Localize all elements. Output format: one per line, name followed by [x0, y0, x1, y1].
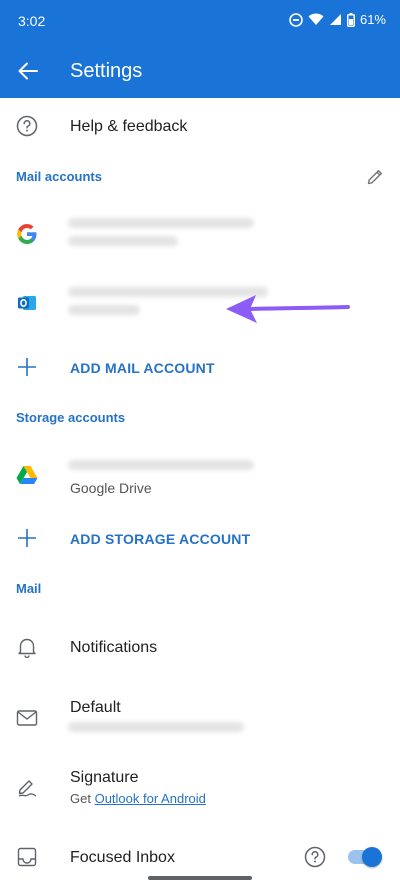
storage-accounts-section-title: Storage accounts: [16, 410, 126, 425]
pencil-icon: [367, 170, 382, 185]
battery-icon: [346, 12, 355, 27]
signature-pen-icon: [16, 776, 38, 798]
plus-icon: [16, 356, 38, 378]
focused-inbox-help-button[interactable]: [304, 846, 328, 870]
google-account-email-blurred: [68, 218, 254, 228]
focused-inbox-toggle[interactable]: [348, 847, 382, 867]
outlook-for-android-link[interactable]: Outlook for Android: [95, 791, 206, 806]
default-label: Default: [70, 699, 121, 716]
focused-inbox-label: Focused Inbox: [70, 849, 175, 866]
add-mail-account-label: ADD MAIL ACCOUNT: [70, 360, 215, 376]
google-account-item[interactable]: [0, 205, 400, 263]
drive-account-email-blurred: [68, 460, 254, 470]
signature-item[interactable]: Signature Get Outlook for Android: [0, 758, 400, 816]
signature-prefix: Get: [70, 791, 95, 806]
google-drive-account-item[interactable]: Google Drive: [0, 446, 400, 504]
status-icons: 61%: [289, 12, 386, 27]
back-button[interactable]: [12, 55, 44, 87]
google-drive-icon: [16, 464, 38, 486]
google-icon: [16, 223, 38, 245]
arrow-back-icon: [18, 62, 38, 80]
status-bar: 3:02 61%: [0, 0, 400, 44]
help-feedback-label: Help & feedback: [70, 118, 188, 135]
google-account-name-blurred: [68, 236, 178, 246]
page-title: Settings: [70, 60, 143, 82]
default-account-item[interactable]: Default: [0, 688, 400, 746]
wifi-icon: [308, 13, 324, 25]
bell-icon: [16, 636, 38, 658]
signature-value: Get Outlook for Android: [70, 791, 206, 806]
help-feedback-item[interactable]: Help & feedback: [0, 98, 400, 156]
edit-accounts-button[interactable]: [362, 164, 388, 190]
add-mail-account-button[interactable]: ADD MAIL ACCOUNT: [0, 344, 400, 390]
signal-icon: [329, 14, 341, 25]
drive-subtitle: Google Drive: [70, 480, 152, 496]
mail-accounts-section-title: Mail accounts: [16, 169, 102, 184]
notifications-item[interactable]: Notifications: [0, 618, 400, 676]
inbox-icon: [16, 846, 38, 868]
battery-percent: 61%: [359, 12, 386, 27]
status-time: 3:02: [18, 13, 46, 29]
plus-icon: [16, 527, 38, 549]
envelope-icon: [16, 707, 38, 729]
signature-label: Signature: [70, 769, 139, 786]
notifications-label: Notifications: [70, 639, 158, 656]
add-storage-account-label: ADD STORAGE ACCOUNT: [70, 531, 251, 547]
add-storage-account-button[interactable]: ADD STORAGE ACCOUNT: [0, 515, 400, 561]
outlook-account-name-blurred: [68, 305, 140, 315]
outlook-account-item[interactable]: [0, 274, 400, 332]
home-indicator[interactable]: [148, 876, 252, 880]
annotation-arrow-icon: [226, 295, 350, 323]
help-icon: [304, 846, 326, 868]
mail-section-title: Mail: [16, 581, 42, 596]
help-icon: [16, 115, 38, 137]
do-not-disturb-icon: [289, 12, 303, 27]
default-account-email-blurred: [68, 722, 244, 732]
outlook-icon: [16, 292, 38, 314]
toggle-thumb: [362, 847, 382, 867]
app-bar: Settings: [0, 44, 400, 98]
